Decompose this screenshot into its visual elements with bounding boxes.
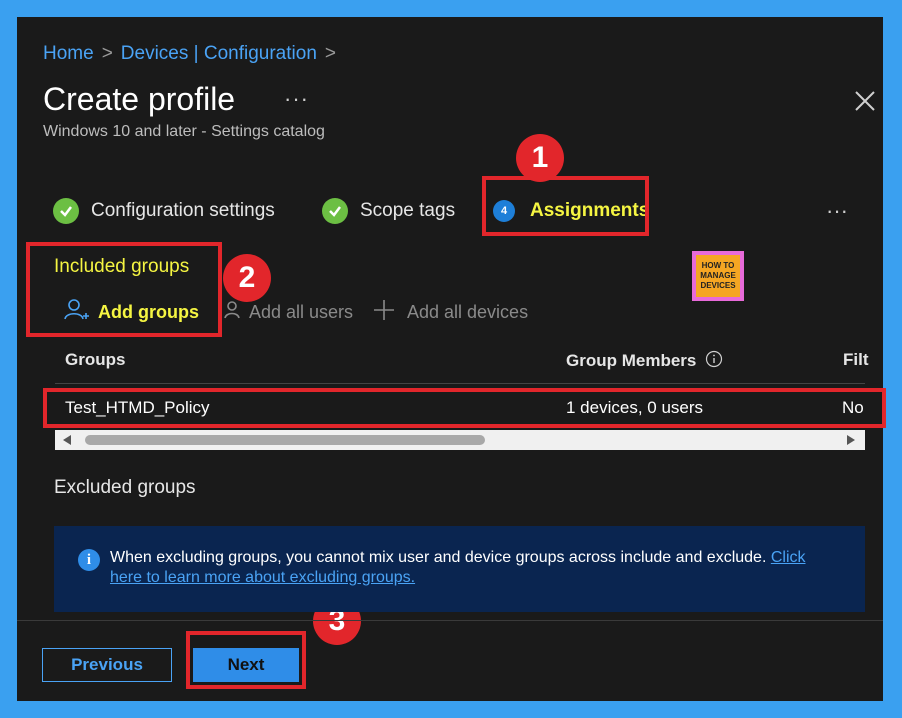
add-groups-button[interactable]: Add groups (63, 297, 199, 327)
add-groups-label: Add groups (98, 301, 199, 322)
table-divider (55, 383, 865, 384)
learn-more-link[interactable]: here to learn more about excluding group… (110, 569, 415, 586)
previous-button[interactable]: Previous (42, 648, 172, 682)
step-configuration-settings[interactable]: Configuration settings (53, 196, 275, 226)
steps-more-icon[interactable]: ··· (826, 198, 848, 224)
column-header-group-members[interactable]: Group Members (566, 350, 723, 373)
column-header-groups[interactable]: Groups (65, 350, 125, 370)
group-name-cell[interactable]: Test_HTMD_Policy (65, 398, 210, 418)
scrollbar-thumb[interactable] (85, 435, 485, 445)
close-icon[interactable] (852, 86, 878, 116)
add-person-icon (63, 297, 89, 328)
horizontal-scrollbar[interactable] (55, 430, 865, 450)
callout-badge: 2 (223, 254, 271, 302)
learn-more-link[interactable]: Click (771, 549, 806, 566)
logo-text: DEVICES (700, 281, 736, 290)
breadcrumb-home[interactable]: Home (43, 43, 94, 64)
chevron-right-icon: > (101, 43, 113, 64)
info-icon (705, 350, 723, 373)
callout-badge: 1 (516, 134, 564, 182)
info-icon: i (78, 549, 100, 571)
column-header-label: Group Members (566, 350, 697, 370)
add-all-devices-button[interactable]: Add all devices (373, 297, 528, 327)
how-to-manage-devices-logo: HOW TO MANAGE DEVICES (692, 251, 744, 301)
group-members-cell: 1 devices, 0 users (566, 398, 704, 417)
info-banner: i When excluding groups, you cannot mix … (54, 526, 865, 612)
check-icon (53, 198, 79, 224)
page-subtitle: Windows 10 and later - Settings catalog (43, 123, 325, 140)
step-label: Configuration settings (91, 200, 275, 221)
footer-divider (17, 620, 883, 621)
chevron-right-icon: > (324, 43, 336, 64)
step-label: Scope tags (360, 200, 456, 221)
filter-cell: No (842, 398, 864, 417)
add-all-devices-label: Add all devices (407, 301, 529, 322)
scroll-right-icon[interactable] (847, 435, 855, 445)
info-banner-text: When excluding groups, you cannot mix us… (110, 548, 850, 588)
excluded-groups-heading: Excluded groups (54, 477, 196, 498)
page-title: Create profile (43, 81, 236, 117)
info-message: When excluding groups, you cannot mix us… (110, 549, 771, 566)
step-scope-tags[interactable]: Scope tags (322, 196, 455, 226)
more-options-icon[interactable]: ··· (284, 86, 309, 112)
next-button[interactable]: Next (193, 648, 299, 682)
logo-text: HOW TO (701, 261, 735, 270)
plus-icon (373, 299, 395, 326)
included-groups-heading: Included groups (54, 256, 190, 277)
column-header-filter[interactable]: Filt (843, 350, 869, 370)
breadcrumb: Home > Devices | Configuration > (43, 43, 344, 65)
scroll-left-icon[interactable] (63, 435, 71, 445)
person-icon (222, 299, 242, 326)
highlight-box-assignments (482, 176, 649, 236)
add-all-users-label: Add all users (249, 301, 354, 322)
breadcrumb-devices-configuration[interactable]: Devices | Configuration (121, 43, 317, 64)
check-icon (322, 198, 348, 224)
logo-text: MANAGE (700, 271, 736, 280)
add-all-users-button[interactable]: Add all users (222, 297, 353, 327)
